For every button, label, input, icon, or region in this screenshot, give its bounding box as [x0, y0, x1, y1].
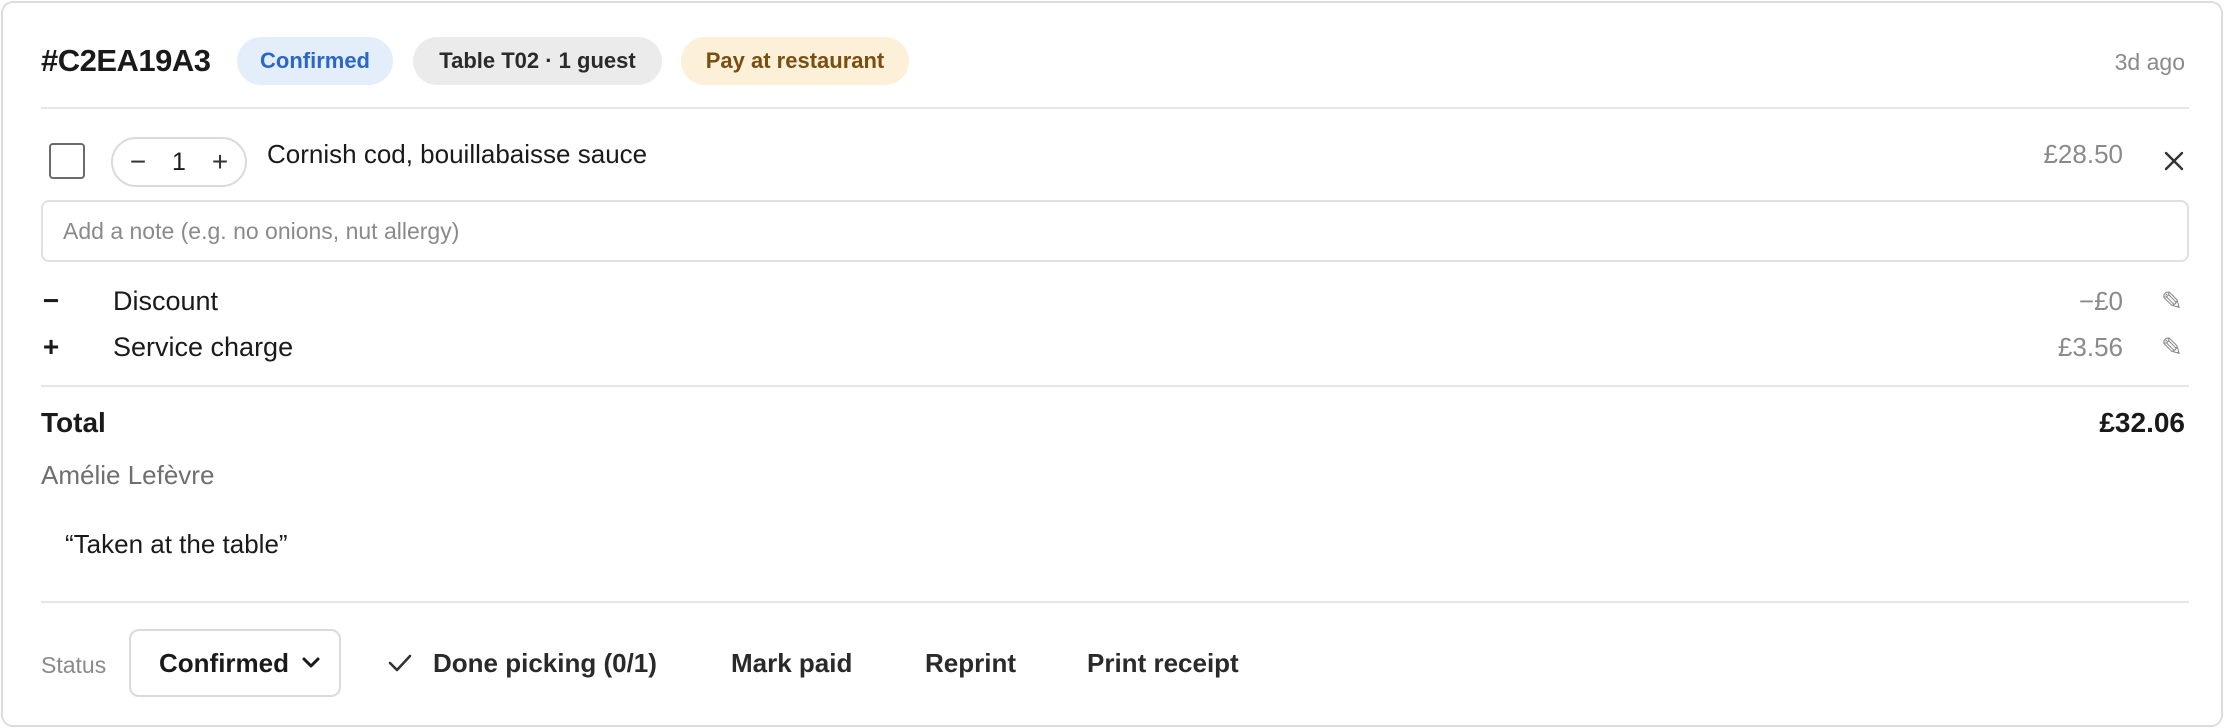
order-card: #C2EA19A3 Confirmed Table T02 · 1 guest …: [1, 1, 2223, 727]
payment-badge: Pay at restaurant: [681, 37, 909, 85]
close-icon: [2164, 151, 2184, 171]
item-note-input[interactable]: [41, 200, 2189, 262]
discount-label: Discount: [113, 286, 219, 316]
increase-quantity-button[interactable]: +: [207, 148, 233, 176]
quantity-stepper: − 1 +: [111, 137, 247, 187]
reprint-button[interactable]: Reprint: [925, 645, 1016, 681]
status-badge: Confirmed: [237, 37, 393, 85]
table-badge: Table T02 · 1 guest: [413, 37, 662, 85]
service-charge-sign: +: [42, 331, 60, 362]
edit-service-charge-button[interactable]: ✎: [2161, 330, 2183, 364]
quantity-value: 1: [172, 147, 186, 176]
order-note: “Taken at the table”: [65, 529, 288, 559]
pencil-icon: ✎: [2161, 332, 2183, 362]
customer-name: Amélie Lefèvre: [41, 460, 215, 490]
item-price: £28.50: [2043, 139, 2123, 169]
status-select[interactable]: Confirmed: [129, 629, 341, 697]
print-receipt-button[interactable]: Print receipt: [1087, 645, 1239, 681]
done-picking-button[interactable]: Done picking (0/1): [387, 645, 657, 681]
header-divider: [41, 107, 2189, 109]
totals-divider: [41, 385, 2189, 387]
check-icon: [388, 654, 412, 672]
total-value: £32.06: [2099, 407, 2185, 438]
decrease-quantity-button[interactable]: −: [125, 148, 151, 176]
done-picking-label: Done picking (0/1): [433, 648, 657, 678]
order-id: #C2EA19A3: [41, 43, 211, 78]
item-name: Cornish cod, bouillabaisse sauce: [267, 139, 648, 169]
status-label: Status: [41, 652, 107, 678]
order-timestamp: 3d ago: [2114, 49, 2185, 75]
total-label: Total: [41, 407, 106, 438]
status-select-value: Confirmed: [159, 647, 289, 678]
edit-discount-button[interactable]: ✎: [2161, 284, 2183, 318]
pencil-icon: ✎: [2161, 286, 2183, 316]
remove-item-button[interactable]: [2161, 148, 2187, 174]
service-charge-label: Service charge: [113, 332, 294, 362]
service-charge-value: £3.56: [2057, 332, 2123, 362]
mark-paid-button[interactable]: Mark paid: [731, 645, 852, 681]
footer-divider: [41, 601, 2189, 603]
discount-value: −£0: [2078, 286, 2123, 316]
item-picked-checkbox[interactable]: [49, 143, 85, 179]
discount-sign: −: [42, 285, 60, 316]
chevron-down-icon: [302, 657, 320, 668]
